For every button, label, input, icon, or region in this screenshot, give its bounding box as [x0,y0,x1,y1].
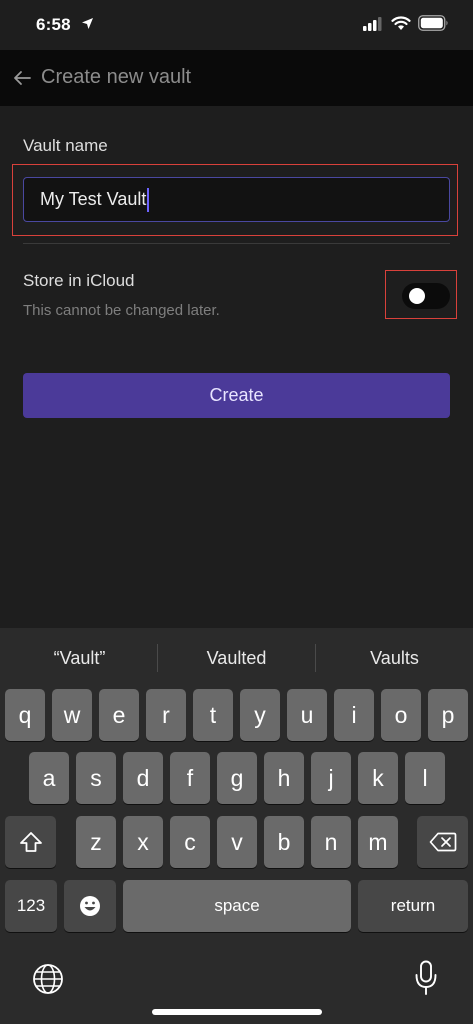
key-c[interactable]: c [170,816,210,868]
icloud-toggle[interactable] [402,283,450,309]
key-n[interactable]: n [311,816,351,868]
key-s[interactable]: s [76,752,116,804]
icloud-helper-text: This cannot be changed later. [23,302,220,319]
key-g[interactable]: g [217,752,257,804]
numbers-key[interactable]: 123 [5,880,57,932]
toggle-knob [409,288,425,304]
key-x[interactable]: x [123,816,163,868]
location-arrow-icon [82,18,93,29]
return-key[interactable]: return [358,880,468,932]
key-z[interactable]: z [76,816,116,868]
shift-icon [19,832,42,852]
text-caret [147,187,150,212]
home-indicator [152,1009,322,1015]
key-j[interactable]: j [311,752,351,804]
key-d[interactable]: d [123,752,163,804]
key-i[interactable]: i [334,689,374,741]
divider [23,243,450,244]
key-a[interactable]: a [29,752,69,804]
microphone-icon[interactable] [414,960,438,996]
key-u[interactable]: u [287,689,327,741]
key-w[interactable]: w [52,689,92,741]
backspace-icon [429,832,456,852]
emoji-key[interactable] [64,880,116,932]
key-k[interactable]: k [358,752,398,804]
key-v[interactable]: v [217,816,257,868]
create-button-label: Create [209,385,264,405]
key-b[interactable]: b [264,816,304,868]
suggestion-3[interactable]: Vaults [316,648,473,669]
vault-name-input[interactable]: My Test Vault [23,177,450,222]
key-o[interactable]: o [381,689,421,741]
suggestion-2[interactable]: Vaulted [158,648,315,669]
battery-icon [418,15,448,31]
key-e[interactable]: e [99,689,139,741]
key-p[interactable]: p [428,689,468,741]
nav-header: Create new vault [0,50,473,106]
key-h[interactable]: h [264,752,304,804]
key-r[interactable]: r [146,689,186,741]
key-t[interactable]: t [193,689,233,741]
vault-name-label: Vault name [23,136,108,155]
key-f[interactable]: f [170,752,210,804]
create-button[interactable]: Create [23,373,450,418]
suggestion-1[interactable]: “Vault” [1,648,158,669]
key-q[interactable]: q [5,689,45,741]
globe-icon[interactable] [32,963,64,995]
key-l[interactable]: l [405,752,445,804]
backspace-key[interactable] [417,816,468,868]
shift-key[interactable] [5,816,56,868]
page-title: Create new vault [41,66,192,88]
cellular-signal-icon [363,17,382,31]
back-arrow-icon[interactable] [11,67,33,89]
status-time: 6:58 [36,15,71,34]
key-y[interactable]: y [240,689,280,741]
vault-name-value: My Test Vault [40,189,147,209]
wifi-icon [391,16,411,30]
emoji-icon [80,896,100,916]
status-bar: 6:58 [0,0,473,50]
key-m[interactable]: m [358,816,398,868]
suggestion-bar: “Vault” Vaulted Vaults [0,628,473,686]
store-in-icloud-label: Store in iCloud [23,271,135,290]
space-key[interactable]: space [123,880,351,932]
